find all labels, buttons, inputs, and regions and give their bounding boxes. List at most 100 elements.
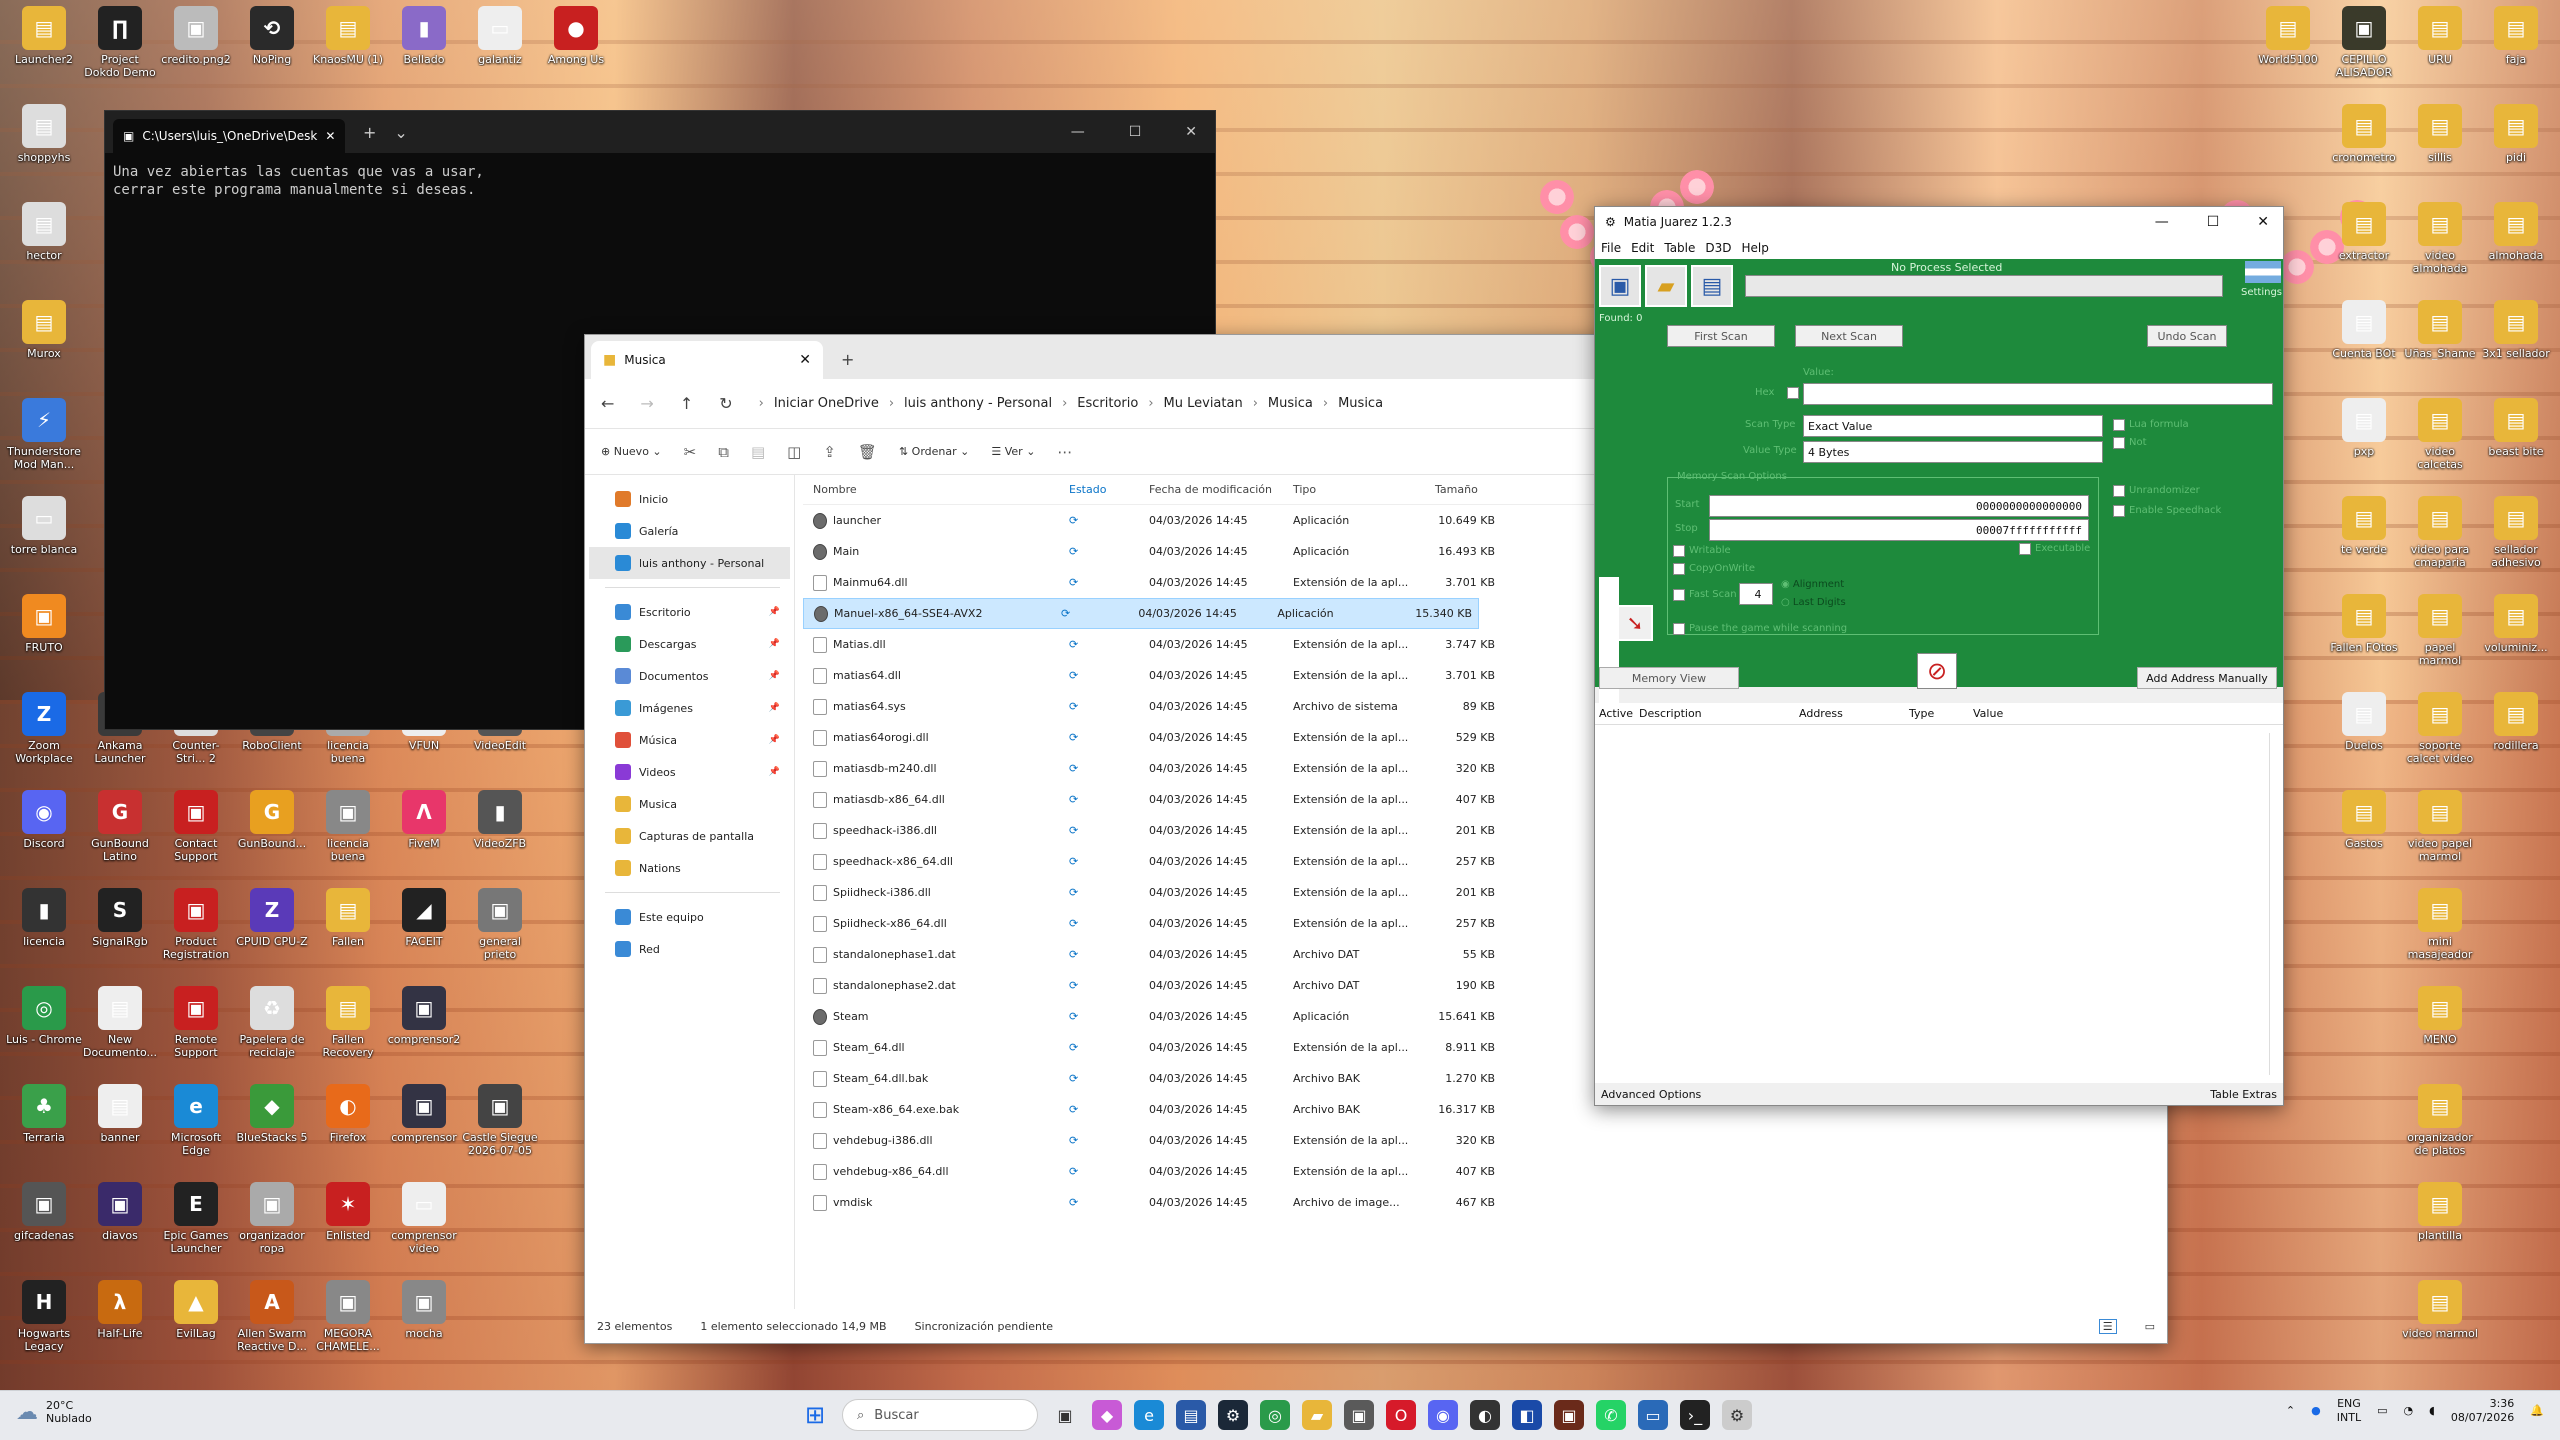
clock-time[interactable]: 3:36 (2451, 1397, 2515, 1411)
view-button[interactable]: ☰ Ver ⌄ (991, 445, 1035, 458)
terminal-icon[interactable]: ›_ (1680, 1400, 1710, 1430)
share-icon[interactable]: ⇪ (823, 443, 836, 461)
desktop-icon[interactable]: ▤ cronometro (2326, 104, 2402, 164)
desktop-icon[interactable]: ♣ Terraria (6, 1084, 82, 1144)
close-window-icon[interactable]: ✕ (1185, 124, 1197, 140)
desktop-icon[interactable]: ▤ sellador adhesivo (2478, 496, 2554, 569)
desktop-icon[interactable]: ▤ pidi (2478, 104, 2554, 164)
desktop-icon[interactable]: G GunBound... (234, 790, 310, 850)
fast-scan-input[interactable]: 4 (1739, 583, 1773, 605)
desktop-icon[interactable]: ▮ licencia (6, 888, 82, 948)
stop-address-input[interactable]: 00007fffffffffff (1709, 519, 2089, 541)
column-header[interactable]: Fecha de modificación (1141, 483, 1285, 496)
desktop-icon[interactable]: ▣ general prieto (462, 888, 538, 961)
executable-checkbox[interactable] (2019, 543, 2031, 555)
address-table[interactable]: Active Description Address Type Value Advanc… (1595, 703, 2283, 1105)
desktop-icon[interactable]: ▤ te verde (2326, 496, 2402, 556)
desktop-icon[interactable]: ▤ Fallen FOtos (2326, 594, 2402, 654)
desktop-icon[interactable]: ▤ papel marmol (2402, 594, 2478, 667)
add-address-manually-button[interactable]: Add Address Manually (2137, 667, 2277, 689)
desktop-icon[interactable]: G GunBound Latino (82, 790, 158, 863)
address-table-column[interactable]: Active (1595, 707, 1635, 720)
forward-icon[interactable]: → (640, 394, 653, 413)
unrandomizer-checkbox[interactable] (2113, 485, 2125, 497)
close-icon[interactable]: ✕ (799, 352, 811, 368)
desktop-icon[interactable]: ▣ credito.png2 (158, 6, 234, 66)
delete-icon[interactable]: 🗑 (858, 443, 877, 461)
desktop-icon[interactable]: ◉ Discord (6, 790, 82, 850)
desktop-icon[interactable]: ▤ Gastos (2326, 790, 2402, 850)
desktop-icon[interactable]: ▤ Fallen (310, 888, 386, 948)
desktop-icon[interactable]: e Microsoft Edge (158, 1084, 234, 1157)
desktop-icon[interactable]: Λ FiveM (386, 790, 462, 850)
desktop-icon[interactable]: ▤ URU (2402, 6, 2478, 66)
taskbar-search[interactable]: ⌕ Buscar (842, 1399, 1038, 1431)
start-icon[interactable]: ⊞ (800, 1400, 830, 1430)
address-table-column[interactable]: Address (1795, 707, 1905, 720)
undo-scan-button[interactable]: Undo Scan (2147, 325, 2227, 347)
breadcrumb-item[interactable]: Escritorio (1077, 396, 1138, 411)
more-icon[interactable]: ⋯ (1057, 443, 1072, 461)
photos-icon[interactable]: ▣ (1344, 1400, 1374, 1430)
desktop-icon[interactable]: S SignalRgb (82, 888, 158, 948)
scan-type-select[interactable]: Exact Value (1803, 415, 2103, 437)
writable-checkbox[interactable] (1673, 545, 1685, 557)
value-type-select[interactable]: 4 Bytes (1803, 441, 2103, 463)
desktop-icon[interactable]: ▤ Uñas_Shame (2402, 300, 2478, 360)
breadcrumb-item[interactable]: Musica (1268, 396, 1313, 411)
desktop-icon[interactable]: ▤ organizador de platos (2402, 1084, 2478, 1157)
desktop-icon[interactable]: ◐ Firefox (310, 1084, 386, 1144)
nav-item[interactable]: Videos 📌 (585, 756, 794, 788)
nav-item[interactable]: luis anthony - Personal (589, 547, 790, 579)
lang-secondary[interactable]: INTL (2337, 1411, 2361, 1425)
scanner-icon[interactable]: ⚙ (1722, 1400, 1752, 1430)
menu-item[interactable]: File (1601, 241, 1621, 255)
desktop-icon[interactable]: ▤ MENO (2402, 986, 2478, 1046)
desktop-icon[interactable]: ▤ mini masajeador (2402, 888, 2478, 961)
desktop-icon[interactable]: ∏ Project Dokdo Demo (82, 6, 158, 79)
desktop-icon[interactable]: ▣ diavos (82, 1182, 158, 1242)
nav-item[interactable]: Documentos 📌 (585, 660, 794, 692)
desktop-icon[interactable]: λ Half-Life (82, 1280, 158, 1340)
new-tab-icon[interactable]: + (363, 123, 376, 142)
memory-scanner-window[interactable]: ⚙ Matia Juarez 1.2.3 — ☐ ✕ File Edit Table… (1594, 206, 2284, 1106)
select-pointer-button[interactable]: ➘ (1617, 605, 1653, 641)
chevron-up-icon[interactable]: ⌃ (2286, 1404, 2295, 1418)
pause-checkbox[interactable] (1673, 623, 1685, 635)
minimize-icon[interactable]: — (1071, 124, 1085, 140)
desktop-icon[interactable]: ▤ New Documento... (82, 986, 158, 1059)
desktop-icon[interactable]: E Epic Games Launcher (158, 1182, 234, 1255)
terminal-tab[interactable]: ▣ C:\Users\luis_\OneDrive\Desk ✕ (113, 119, 345, 153)
file-row[interactable]: Manuel-x86_64-SSE4-AVX2 ⟳ 04/03/2026 14:45… (803, 598, 1479, 629)
chevron-down-icon[interactable]: ⌄ (394, 123, 407, 142)
nav-item[interactable]: Nations (585, 852, 794, 884)
desktop-icon[interactable]: A Allen Swarm Reactive D... (234, 1280, 310, 1353)
alignment-radio[interactable]: ◉ Alignment (1781, 579, 1844, 590)
table-extras-link[interactable]: Table Extras (2210, 1088, 2277, 1101)
clock-date[interactable]: 08/07/2026 (2451, 1411, 2514, 1425)
start-address-input[interactable]: 0000000000000000 (1709, 495, 2089, 517)
network-icon[interactable]: ◔ (2403, 1404, 2413, 1418)
desktop-icon[interactable]: ◆ BlueStacks 5 (234, 1084, 310, 1144)
desktop-icon[interactable]: ▤ Cuenta BOt (2326, 300, 2402, 360)
desktop-icon[interactable]: ▤ beast bite (2478, 398, 2554, 458)
desktop-icon[interactable]: ▤ Murox (6, 300, 82, 360)
desktop-icon[interactable]: ▤ plantilla (2402, 1182, 2478, 1242)
discord-icon[interactable]: ◉ (1428, 1400, 1458, 1430)
desktop-icon[interactable]: ▣ MEGORA CHAMELE... (310, 1280, 386, 1353)
address-table-scrollbar[interactable] (2269, 733, 2279, 1075)
file-explorer-icon[interactable]: ▰ (1302, 1400, 1332, 1430)
breadcrumb-item[interactable]: Mu Leviatan (1164, 396, 1243, 411)
desktop-icon[interactable]: ▮ VideoZFB (462, 790, 538, 850)
copilot-icon[interactable]: ◆ (1092, 1400, 1122, 1430)
file-row[interactable]: vehdebug-x86_64.dll ⟳ 04/03/2026 14:45 Exte… (803, 1156, 2155, 1187)
desktop-icon[interactable]: ● Among Us (538, 6, 614, 66)
nav-item[interactable]: Musica (585, 788, 794, 820)
desktop-icon[interactable]: ▤ hector (6, 202, 82, 262)
menu-item[interactable]: Edit (1631, 241, 1654, 255)
cut-icon[interactable]: ✂ (684, 443, 697, 461)
desktop-icon[interactable]: ▣ organizador ropa (234, 1182, 310, 1255)
desktop-icon[interactable]: ▣ Contact Support (158, 790, 234, 863)
memory-view-button[interactable]: Memory View (1599, 667, 1739, 689)
maximize-icon[interactable]: ☐ (2207, 214, 2220, 230)
